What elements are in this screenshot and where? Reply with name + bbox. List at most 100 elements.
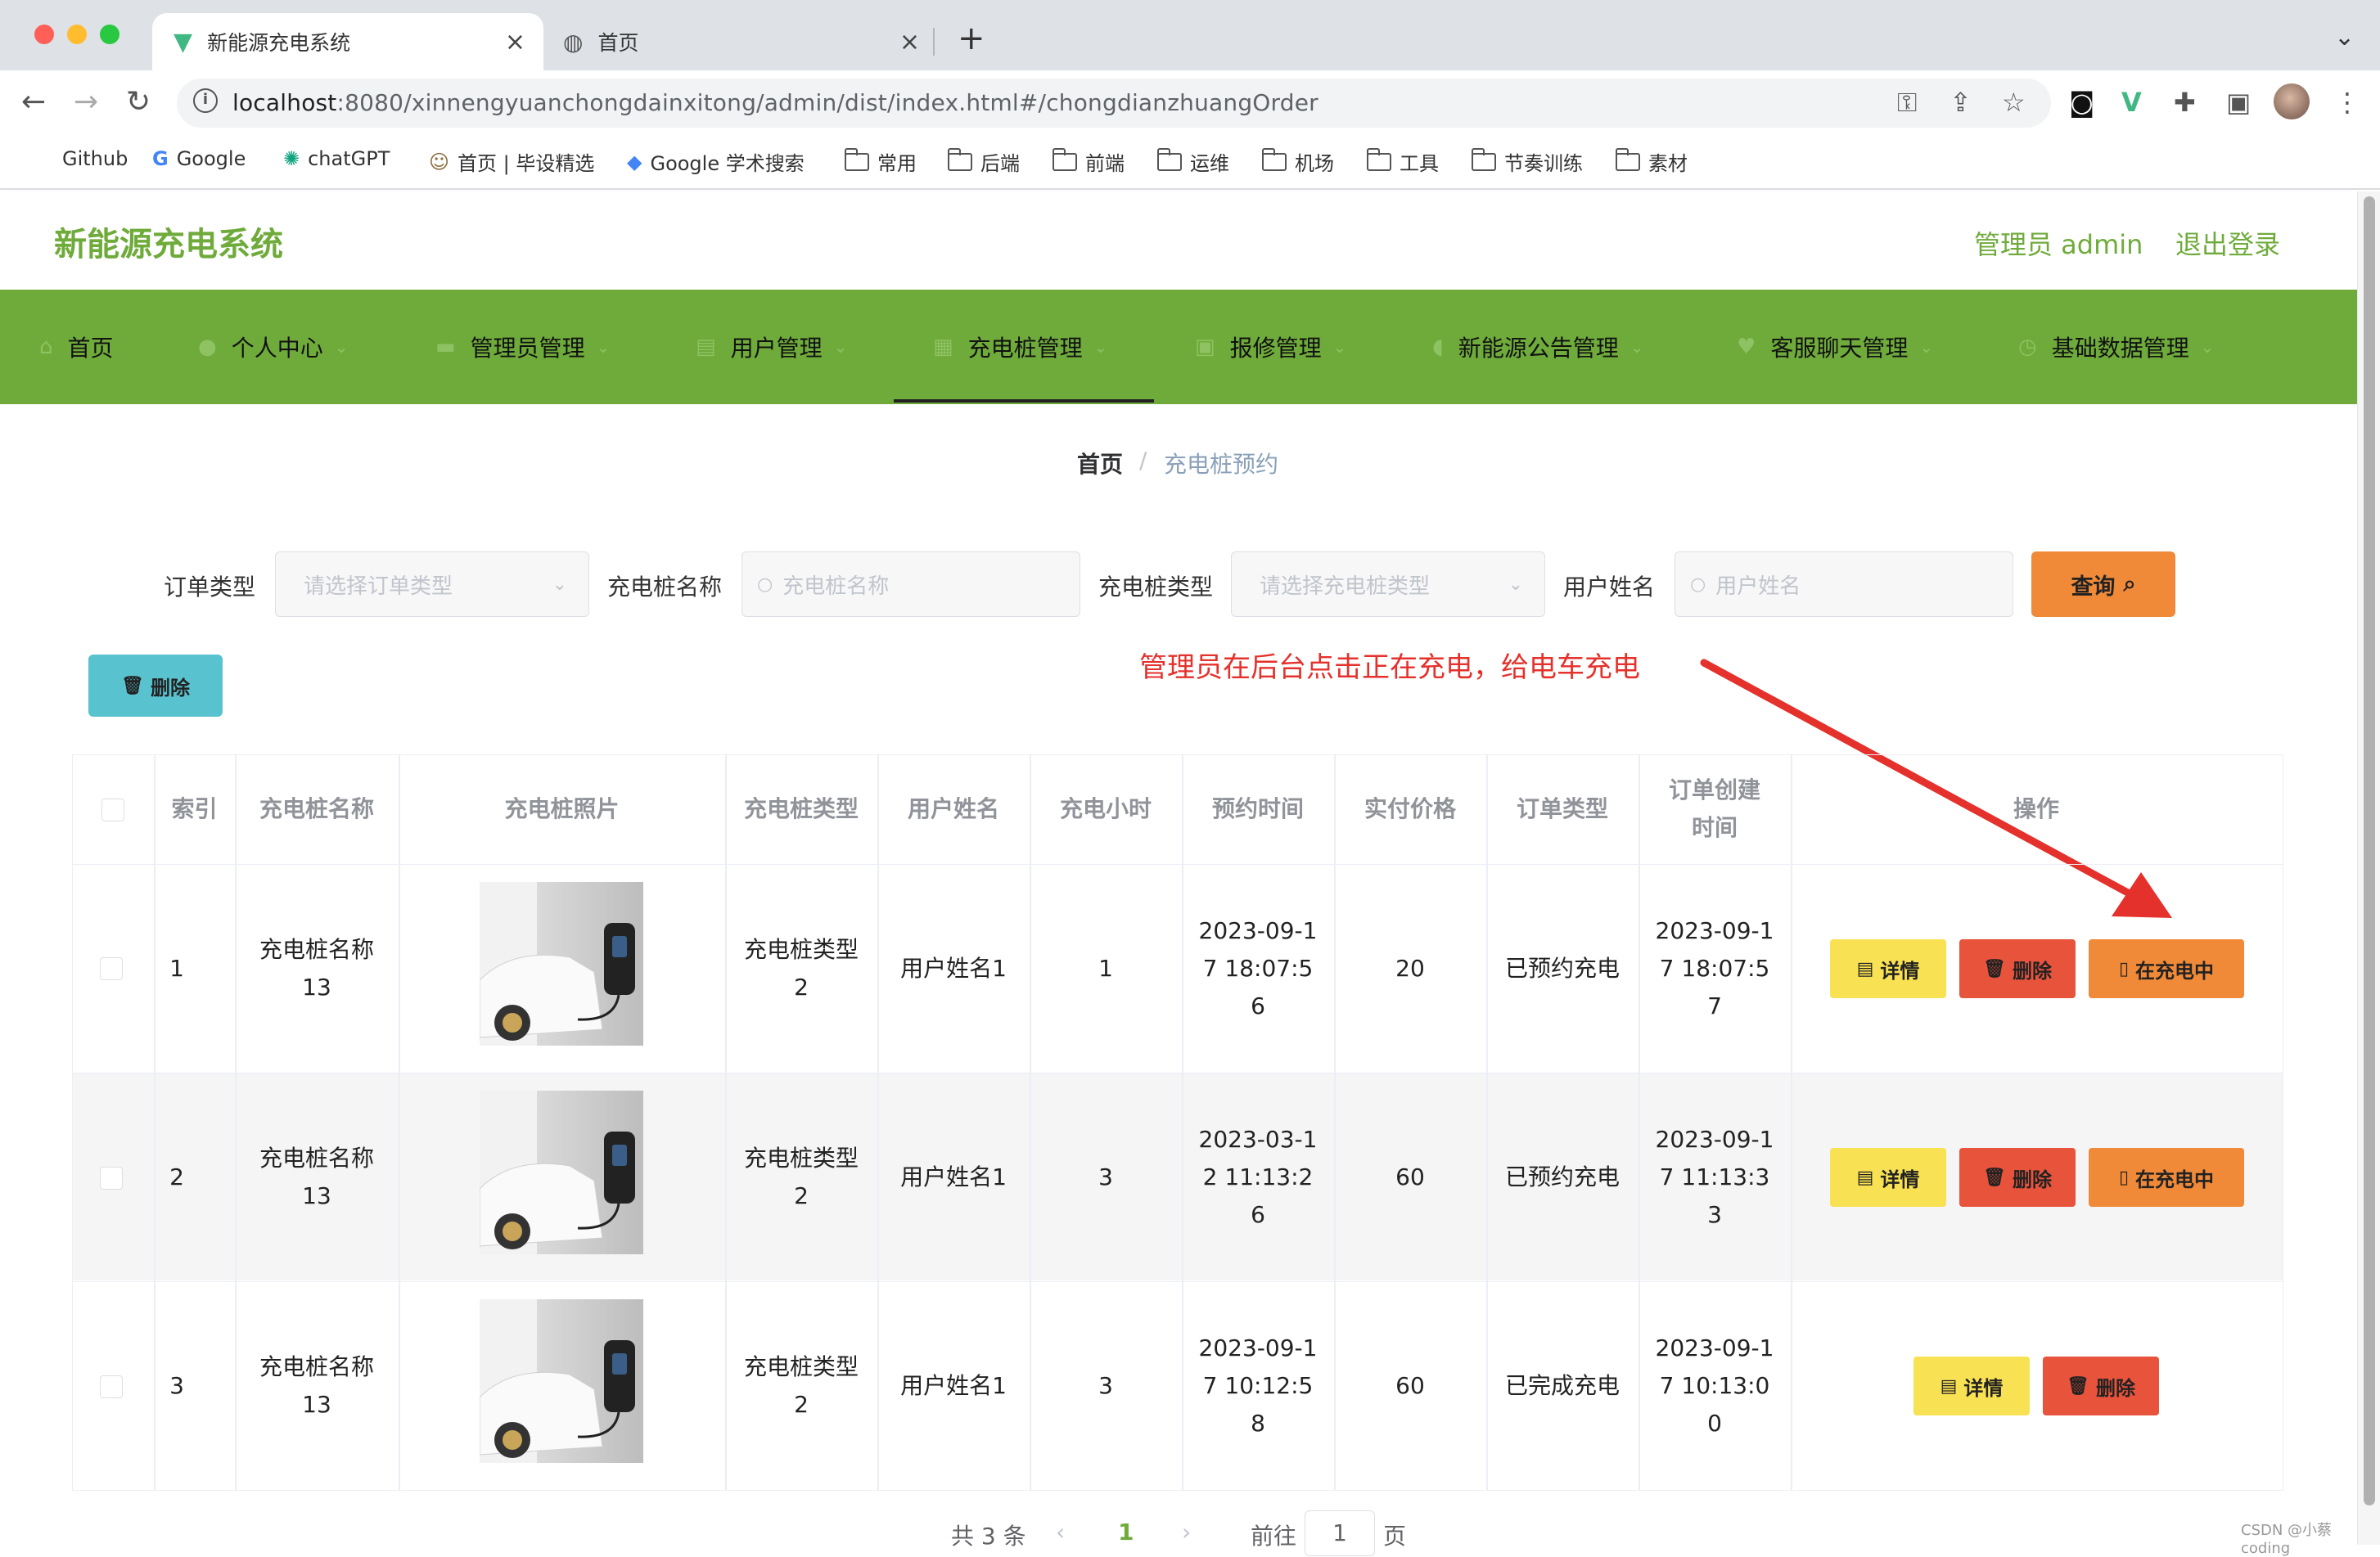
bookmark-folder-tools[interactable]: 工具 <box>1366 147 1439 176</box>
detail-button[interactable]: ▤ 详情 <box>1830 939 1946 998</box>
browser-tab-active[interactable]: ▼ 新能源充电系统 × <box>152 13 543 70</box>
bookmark-folder-common[interactable]: 常用 <box>844 147 917 176</box>
nav-item-profile[interactable]: ● 个人中心 ⌄ <box>198 290 348 404</box>
nav-item-chat[interactable]: ♥ 客服聊天管理 ⌄ <box>1737 290 1933 404</box>
bookmark-google[interactable]: G Google <box>152 147 246 170</box>
page-scrollbar-thumb[interactable] <box>2364 196 2375 1505</box>
bookmark-folder-assets[interactable]: 素材 <box>1615 147 1688 176</box>
delete-button[interactable]: 🗑︎ 删除 <box>1959 1148 2076 1207</box>
user-name-label: 用户姓名 <box>1563 574 1656 601</box>
nav-item-admin[interactable]: ▬ 管理员管理 ⌄ <box>435 290 610 404</box>
star-icon[interactable]: ☆ <box>2002 87 2026 118</box>
reload-icon[interactable]: ↻ <box>126 85 151 119</box>
bookmark-folder-backend[interactable]: 后端 <box>947 147 1020 176</box>
pile-name-input[interactable]: ○ 充电桩名称 <box>741 551 1080 617</box>
user-icon: ● <box>198 335 217 359</box>
delete-selected-button[interactable]: 🗑︎ 删除 <box>88 655 223 717</box>
cell-user: 用户姓名1 <box>900 954 1007 982</box>
chevron-down-icon: ⌄ <box>1629 337 1644 357</box>
extension-incognito-icon[interactable]: ◙ <box>2069 87 2094 118</box>
more-menu-icon[interactable]: ⋮ <box>2334 87 2360 118</box>
cell-order-type: 已完成充电 <box>1504 1371 1620 1399</box>
window-close-button[interactable] <box>34 25 54 44</box>
charging-button[interactable]: ▯ 在充电中 <box>2089 1148 2244 1207</box>
pile-name-placeholder: 充电桩名称 <box>782 574 890 599</box>
pile-photo <box>480 882 643 1046</box>
detail-button[interactable]: ▤ 详情 <box>1913 1357 2030 1415</box>
avatar[interactable] <box>2274 83 2310 119</box>
book-icon: ▯ <box>2118 958 2130 979</box>
new-tab-icon[interactable]: + <box>958 20 985 57</box>
pagination-current-page[interactable]: 1 <box>1118 1519 1134 1546</box>
pagination-prev[interactable]: ‹ <box>1056 1519 1065 1546</box>
share-icon[interactable]: ⇪ <box>1950 87 1972 118</box>
bookmark-folder-airport[interactable]: 机场 <box>1261 147 1334 176</box>
bookmark-folder-rhythm[interactable]: 节奏训练 <box>1471 147 1583 176</box>
bookmark-github[interactable]: Github <box>62 147 128 170</box>
chevron-down-icon: ⌄ <box>596 337 611 357</box>
admin-name: 管理员 admin <box>1974 229 2143 260</box>
row-checkbox[interactable] <box>100 1167 123 1190</box>
bookmark-chatgpt[interactable]: ✺ chatGPT <box>283 147 390 170</box>
row-checkbox[interactable] <box>100 1375 123 1398</box>
pile-photo <box>480 1299 643 1463</box>
pile-type-select[interactable]: 请选择充电桩类型 ⌄ <box>1231 551 1545 617</box>
charging-button[interactable]: ▯ 在充电中 <box>2089 939 2244 998</box>
delete-button[interactable]: 🗑︎ 删除 <box>2043 1357 2159 1415</box>
pile-photo <box>480 1091 643 1254</box>
close-tab-icon[interactable]: × <box>899 28 920 56</box>
chevron-down-icon: ⌄ <box>552 574 567 595</box>
window-zoom-button[interactable] <box>100 25 119 44</box>
search-icon: ⌕ <box>2123 571 2136 596</box>
back-icon[interactable]: ← <box>21 85 46 119</box>
logout-link[interactable]: 退出登录 <box>2175 224 2280 262</box>
cell-hours: 3 <box>1098 1163 1113 1190</box>
forward-icon[interactable]: → <box>74 85 98 119</box>
sidepanel-icon[interactable]: ▣ <box>2226 87 2251 118</box>
delete-button[interactable]: 🗑︎ 删除 <box>1959 939 2076 998</box>
row-checkbox[interactable] <box>100 957 123 980</box>
url-text[interactable]: localhost:8080/xinnengyuanchongdainxiton… <box>232 89 1318 116</box>
user-name-input[interactable]: ○ 用户姓名 <box>1675 551 2013 617</box>
bookmark-folder-ops[interactable]: 运维 <box>1156 147 1229 176</box>
tab-search-icon[interactable]: ⌄ <box>2334 23 2355 52</box>
cell-hours: 1 <box>1098 954 1113 982</box>
app-logo: 新能源充电系统 <box>54 226 283 263</box>
extension-vue-icon[interactable]: V <box>2121 87 2142 118</box>
browser-tab[interactable]: ◍ 首页 × <box>553 13 938 70</box>
nav-item-home[interactable]: ⌂ 首页 <box>39 290 114 404</box>
nav-item-users[interactable]: ▤ 用户管理 ⌄ <box>696 290 847 404</box>
column-header-created: 订单创建时间 <box>1668 776 1760 841</box>
chevron-down-icon: ⌄ <box>2200 337 2215 357</box>
bookmark-scholar[interactable]: ◆ Google 学术搜索 <box>627 147 805 176</box>
trash-icon: 🗑︎ <box>2067 1375 2089 1397</box>
breadcrumb-home[interactable]: 首页 <box>1077 447 1123 479</box>
nav-item-pile[interactable]: ▦ 充电桩管理 ⌄ <box>933 290 1107 404</box>
bookmark-folder-frontend[interactable]: 前端 <box>1052 147 1125 176</box>
extensions-puzzle-icon[interactable]: ✚ <box>2174 87 2196 118</box>
nav-item-basedata[interactable]: ◷ 基础数据管理 ⌄ <box>2018 290 2214 404</box>
close-tab-icon[interactable]: × <box>505 28 525 56</box>
order-type-placeholder: 请选择订单类型 <box>304 574 453 599</box>
cell-user: 用户姓名1 <box>900 1163 1007 1190</box>
column-header-pile-type: 充电桩类型 <box>743 795 859 822</box>
nav-item-notice[interactable]: ◖ 新能源公告管理 ⌄ <box>1432 290 1643 404</box>
site-info-icon[interactable]: i <box>193 88 218 113</box>
chevron-down-icon: ⌄ <box>833 337 848 357</box>
search-icon: ○ <box>757 574 773 595</box>
pagination-goto-input[interactable]: 1 <box>1305 1510 1375 1556</box>
users-icon: ▤ <box>696 335 716 359</box>
folder-icon <box>1261 147 1287 171</box>
cell-created: 2023-09-17 18:07:57 <box>1655 916 1774 1019</box>
bookmark-bishe[interactable]: ☺ 首页 | 毕设精选 <box>429 147 594 176</box>
detail-button[interactable]: ▤ 详情 <box>1830 1148 1946 1207</box>
query-button[interactable]: 查询 ⌕ <box>2031 551 2175 617</box>
select-all-checkbox[interactable] <box>101 799 124 821</box>
cell-pile-name: 充电桩名称13 <box>259 1144 374 1209</box>
column-header-actions: 操作 <box>2013 795 2059 822</box>
pagination-next[interactable]: › <box>1182 1519 1191 1546</box>
nav-item-repair[interactable]: ▣ 报修管理 ⌄ <box>1195 290 1346 404</box>
order-type-select[interactable]: 请选择订单类型 ⌄ <box>275 551 589 617</box>
window-minimize-button[interactable] <box>67 25 87 44</box>
key-icon[interactable]: ⚿ <box>1897 87 1917 119</box>
